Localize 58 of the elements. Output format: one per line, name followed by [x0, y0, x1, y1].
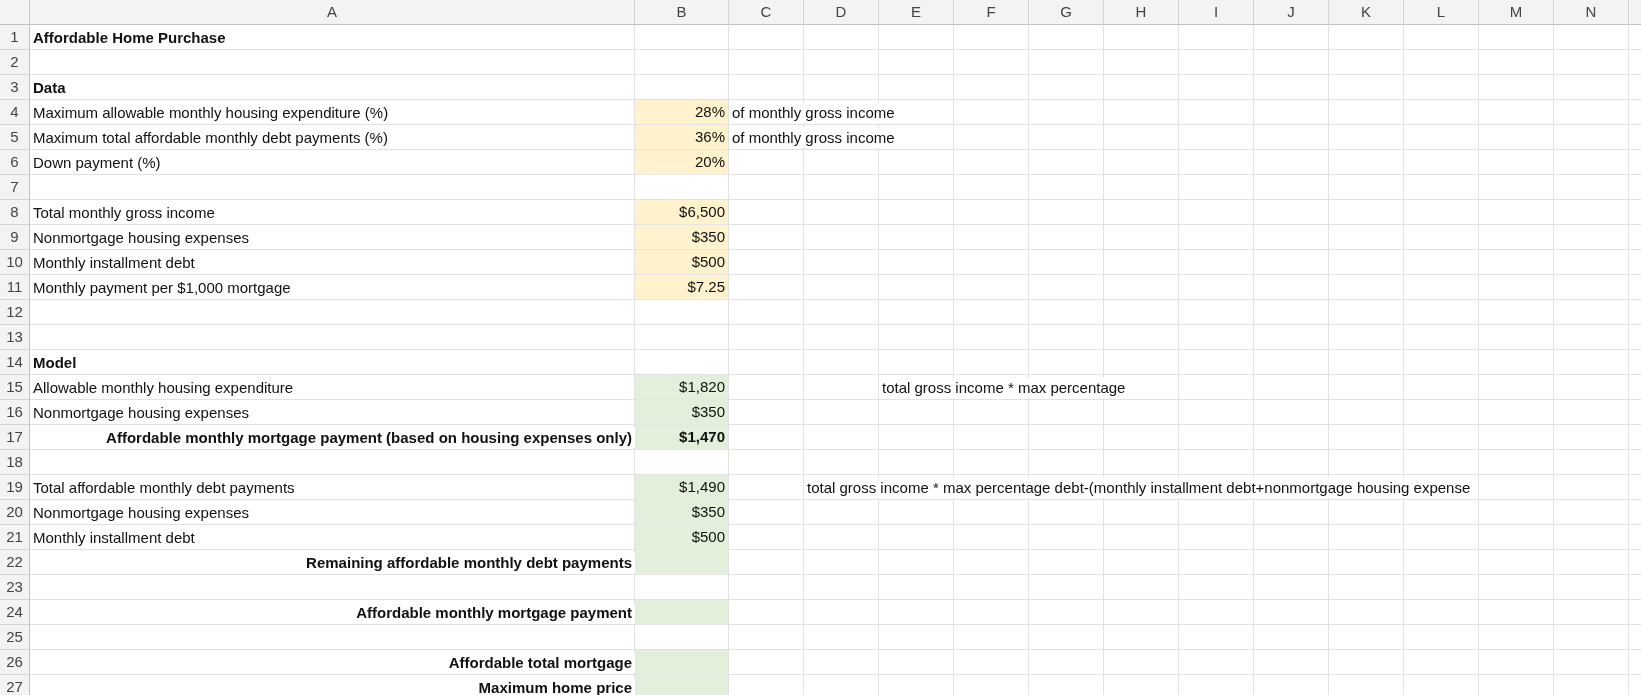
- select-all-corner[interactable]: [0, 0, 30, 25]
- row-header[interactable]: 26: [0, 650, 30, 675]
- row-header[interactable]: 11: [0, 275, 30, 300]
- table-cell: 36%: [635, 125, 729, 150]
- column-header[interactable]: A: [30, 0, 635, 25]
- row-header[interactable]: 20: [0, 500, 30, 525]
- column-header[interactable]: H: [1104, 0, 1179, 25]
- row-header[interactable]: 15: [0, 375, 30, 400]
- table-cell: $350: [635, 225, 729, 250]
- row-header[interactable]: 16: [0, 400, 30, 425]
- row-header[interactable]: 2: [0, 50, 30, 75]
- row-header[interactable]: 8: [0, 200, 30, 225]
- column-header[interactable]: [1629, 0, 1641, 25]
- row-header[interactable]: 21: [0, 525, 30, 550]
- table-cell: 28%: [635, 100, 729, 125]
- table-cell: $6,500: [635, 200, 729, 225]
- column-header[interactable]: L: [1404, 0, 1479, 25]
- row-header[interactable]: 13: [0, 325, 30, 350]
- row-header[interactable]: 7: [0, 175, 30, 200]
- row-header[interactable]: 17: [0, 425, 30, 450]
- column-header[interactable]: I: [1179, 0, 1254, 25]
- row-header[interactable]: 14: [0, 350, 30, 375]
- row-header[interactable]: 6: [0, 150, 30, 175]
- row-header[interactable]: 22: [0, 550, 30, 575]
- column-header[interactable]: C: [729, 0, 804, 25]
- table-cell: $7.25: [635, 275, 729, 300]
- table-cell: $350: [635, 500, 729, 525]
- row-header[interactable]: 9: [0, 225, 30, 250]
- column-header[interactable]: B: [635, 0, 729, 25]
- table-cell: 20%: [635, 150, 729, 175]
- row-header[interactable]: 27: [0, 675, 30, 695]
- column-header[interactable]: M: [1479, 0, 1554, 25]
- row-header[interactable]: 4: [0, 100, 30, 125]
- row-header[interactable]: 19: [0, 475, 30, 500]
- column-header[interactable]: J: [1254, 0, 1329, 25]
- row-header[interactable]: 24: [0, 600, 30, 625]
- row-header[interactable]: 12: [0, 300, 30, 325]
- row-header[interactable]: 3: [0, 75, 30, 100]
- table-cell: $1,490: [635, 475, 729, 500]
- column-header[interactable]: F: [954, 0, 1029, 25]
- table-cell: $1,470: [635, 425, 729, 450]
- row-header[interactable]: 1: [0, 25, 30, 50]
- table-cell: $1,820: [635, 375, 729, 400]
- row-header[interactable]: 23: [0, 575, 30, 600]
- column-header[interactable]: E: [879, 0, 954, 25]
- column-header[interactable]: D: [804, 0, 879, 25]
- table-cell: $500: [635, 250, 729, 275]
- row-header[interactable]: 5: [0, 125, 30, 150]
- cell-text: Affordable monthly mortgage payment: [353, 602, 635, 623]
- column-header[interactable]: N: [1554, 0, 1629, 25]
- cell-text: Affordable monthly mortgage payment (based on housing expenses only): [103, 427, 635, 448]
- table-cell: $350: [635, 400, 729, 425]
- column-header[interactable]: G: [1029, 0, 1104, 25]
- table-cell: $500: [635, 525, 729, 550]
- column-header[interactable]: K: [1329, 0, 1404, 25]
- row-header[interactable]: 25: [0, 625, 30, 650]
- row-header[interactable]: 18: [0, 450, 30, 475]
- row-header[interactable]: 10: [0, 250, 30, 275]
